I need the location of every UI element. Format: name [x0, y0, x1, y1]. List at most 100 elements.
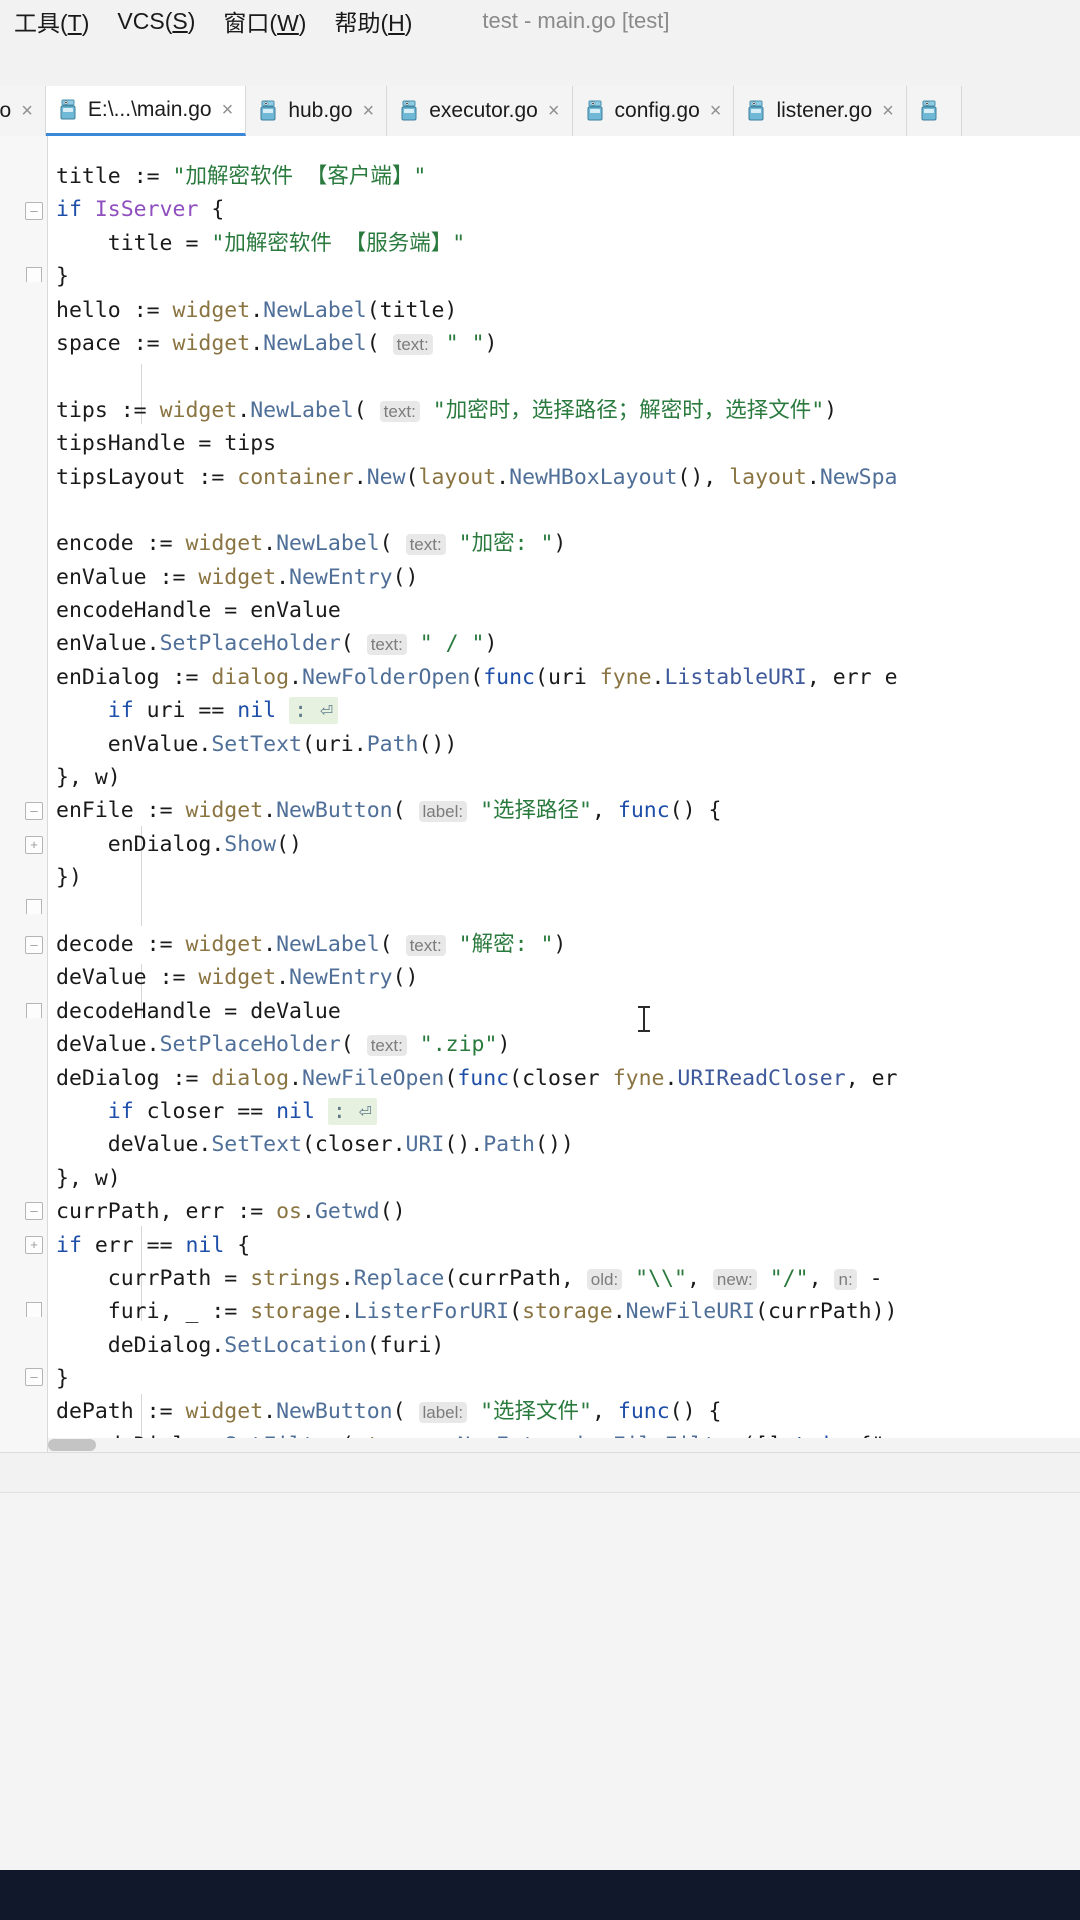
code-token: " " [445, 330, 485, 356]
editor-hscrollbar-track[interactable] [48, 1438, 1080, 1452]
code-line[interactable]: }, w) [56, 1162, 1080, 1195]
menu-label-vcs: VCS [117, 7, 165, 34]
code-line[interactable]: if uri == nil : ⏎ [56, 694, 1080, 727]
code-line[interactable]: deDialog.SetLocation(furi) [56, 1329, 1080, 1362]
code-line[interactable]: currPath = strings.Replace(currPath, old… [56, 1262, 1080, 1295]
fold-marker-end-isserver[interactable] [25, 266, 43, 284]
code-line[interactable]: furi, _ := storage.ListerForURI(storage.… [56, 1295, 1080, 1328]
code-line[interactable]: title = "加解密软件 【服务端】" [56, 227, 1080, 260]
fold-marker-dedialog[interactable] [25, 1202, 43, 1220]
editor-tab-listener.go[interactable]: listener.go × [734, 86, 907, 136]
code-token: . [612, 1299, 626, 1325]
code-line[interactable]: tipsLayout := container.New(layout.NewHB… [56, 461, 1080, 494]
code-token: deDialog [107, 1332, 212, 1358]
fold-marker-end-endialog[interactable] [25, 898, 43, 916]
code-token: . [289, 1065, 302, 1091]
fold-marker-if-closer-nil[interactable] [25, 1236, 43, 1254]
code-line[interactable]: } [56, 1362, 1080, 1395]
code-line[interactable] [56, 895, 1080, 928]
code-text[interactable]: title := "加解密软件 【客户端】" if IsServer { titl… [56, 160, 1080, 1452]
editor-tab-config.go[interactable]: config.go × [572, 86, 735, 136]
menu-item-help[interactable]: 帮助(H) [320, 4, 426, 38]
code-token: ) [497, 1032, 511, 1058]
code-token: ( [392, 798, 406, 824]
editor-tab-executor.go[interactable]: executor.go × [387, 86, 573, 136]
menu-item-tools[interactable]: 工具(T) [0, 4, 103, 38]
code-token: := [133, 297, 160, 323]
fold-marker-if-isserver[interactable] [25, 202, 43, 220]
code-token: NewButton [276, 1399, 393, 1425]
code-line[interactable]: decode := widget.NewLabel( text: "解密: ") [56, 928, 1080, 961]
fold-marker-enfile[interactable] [25, 936, 43, 954]
code-line[interactable]: space := widget.NewLabel( text: " ") [56, 327, 1080, 360]
code-line[interactable]: if IsServer { [56, 193, 1080, 226]
code-line[interactable]: deValue.SetText(closer.URI().Path()) [56, 1128, 1080, 1161]
code-line[interactable]: } [56, 260, 1080, 293]
fold-marker-end-dedialog[interactable] [25, 1301, 43, 1319]
code-token: () [379, 1199, 406, 1225]
code-line[interactable]: tips := widget.NewLabel( text: "加密时，选择路径… [56, 394, 1080, 427]
code-line[interactable]: enDialog.Show() [56, 828, 1080, 861]
collapsed-fold-chip[interactable]: : ⏎ [289, 697, 338, 725]
code-line[interactable]: if err == nil { [56, 1229, 1080, 1262]
code-token: ( [444, 1065, 458, 1091]
editor-hscrollbar-thumb[interactable] [48, 1439, 96, 1451]
editor-tab-.go[interactable]: .go × [0, 86, 46, 136]
tab-close-icon[interactable]: × [363, 101, 375, 121]
code-line[interactable] [56, 494, 1080, 527]
tab-close-icon[interactable]: × [710, 101, 722, 121]
code-token: NewLabel [276, 531, 380, 557]
code-token: := [172, 664, 199, 690]
code-line[interactable]: hello := widget.NewLabel(title) [56, 294, 1080, 327]
code-line[interactable] [56, 360, 1080, 393]
code-token: ) [824, 397, 838, 423]
fold-marker-if-uri-nil[interactable] [25, 836, 43, 854]
editor-tab-hub.go[interactable]: hub.go × [246, 86, 388, 136]
editor-tab-e-...-main.go[interactable]: E:\...\main.go × [45, 86, 247, 136]
code-line[interactable]: }, w) [56, 761, 1080, 794]
code-line[interactable]: enValue.SetPlaceHolder( text: " / ") [56, 627, 1080, 660]
tab-close-icon[interactable]: × [21, 101, 33, 121]
code-line[interactable]: encodeHandle = enValue [56, 594, 1080, 627]
code-token: widget [172, 297, 251, 323]
code-line[interactable]: enValue.SetText(uri.Path()) [56, 728, 1080, 761]
code-line[interactable]: enDialog := dialog.NewFolderOpen(func(ur… [56, 661, 1080, 694]
code-token: := [146, 931, 173, 957]
code-token: NewSpa [819, 464, 898, 490]
tab-close-icon[interactable]: × [222, 100, 234, 120]
collapsed-fold-chip[interactable]: : ⏎ [327, 1097, 377, 1125]
tab-close-icon[interactable]: × [548, 101, 560, 121]
editor-tab-overflow[interactable] [906, 86, 962, 136]
code-line[interactable]: currPath, err := os.Getwd() [56, 1195, 1080, 1228]
code-line[interactable]: title := "加解密软件 【客户端】" [56, 160, 1080, 193]
code-line[interactable]: if closer == nil : ⏎ [56, 1095, 1080, 1128]
code-token: New [366, 464, 406, 490]
status-bar [0, 1452, 1080, 1493]
tab-close-icon[interactable]: × [882, 101, 894, 121]
fold-marker-if-err-nil[interactable] [25, 1368, 43, 1386]
code-token: . [263, 798, 277, 824]
code-line[interactable]: enValue := widget.NewEntry() [56, 561, 1080, 594]
code-line[interactable]: tipsHandle = tips [56, 427, 1080, 460]
code-line[interactable]: deValue := widget.NewEntry() [56, 961, 1080, 994]
code-editor[interactable]: title := "加解密软件 【客户端】"if IsServer { titl… [0, 136, 1080, 1452]
code-line[interactable]: deDialog := dialog.NewFileOpen(func(clos… [56, 1062, 1080, 1095]
menu-item-window[interactable]: 窗口(W) [209, 4, 320, 38]
param-hint: n: [834, 1268, 857, 1290]
code-line[interactable]: dePath := widget.NewButton( label: "选择文件… [56, 1395, 1080, 1428]
code-token: := [146, 1399, 173, 1425]
code-line[interactable]: enFile := widget.NewButton( label: "选择路径… [56, 794, 1080, 827]
code-line[interactable]: deValue.SetPlaceHolder( text: ".zip") [56, 1028, 1080, 1061]
code-line[interactable]: encode := widget.NewLabel( text: "加密: ") [56, 527, 1080, 560]
code-line[interactable]: decodeHandle = deValue [56, 995, 1080, 1028]
code-token: . [263, 531, 277, 557]
editor-gutter[interactable] [0, 136, 48, 1452]
code-line[interactable]: }) [56, 861, 1080, 894]
menu-item-vcs[interactable]: VCS(S) [103, 8, 209, 35]
fold-marker-endialog[interactable] [25, 802, 43, 820]
fold-marker-end-enfile[interactable] [25, 1002, 43, 1020]
